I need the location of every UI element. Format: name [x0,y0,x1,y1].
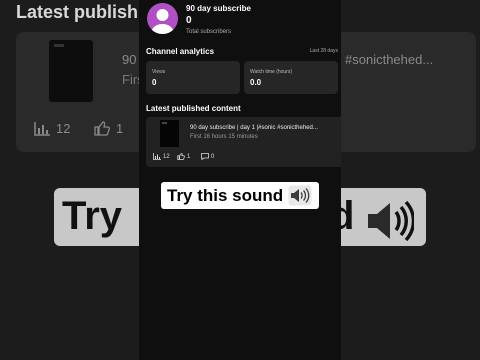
likes-count: 1 [187,153,191,160]
try-sound-label: Try this sound [167,185,284,205]
analytics-range: Last 28 days [309,48,338,54]
likes-stat: 1 [177,153,190,160]
metric-value: 0 [152,78,157,87]
try-sound-button[interactable]: Try this sound [161,182,319,209]
views-count: 12 [163,153,170,160]
bar-chart-icon [153,153,161,160]
default-avatar-icon [151,9,174,34]
video-thumbnail [160,120,179,147]
comment-icon [201,153,209,160]
thumbs-up-icon [94,121,110,136]
avatar[interactable] [147,3,178,34]
subscriber-count: 0 [186,15,192,26]
bg-views-stat: 12 [34,121,70,136]
speaker-icon [288,185,312,206]
bg-likes-count: 1 [116,121,124,136]
metric-value: 0.0 [250,78,262,87]
bg-overlay-text: Try [62,194,123,238]
comments-stat: 0 [201,153,214,160]
bg-video-title: 90 [122,52,137,67]
latest-video-card[interactable]: 90 day subscribe | day 1 |#sonic #sonict… [146,117,341,167]
bg-views-count: 12 [56,121,71,136]
metric-label: Views [152,69,166,75]
bg-hashtag: #sonicthehed... [345,52,434,67]
analytics-title: Channel analytics [146,47,215,56]
video-time: First 16 hours 15 minutes [190,134,258,140]
video-title: 90 day subscribe | day 1 |#sonic #sonict… [190,125,318,131]
bg-speaker-icon [368,200,414,242]
channel-name: 90 day subscribe [186,4,251,13]
bg-likes-stat: 1 [94,121,123,136]
views-stat: 12 [153,153,170,160]
comments-count: 0 [211,153,215,160]
bar-chart-icon [34,121,50,136]
bg-section-title: Latest publish [16,2,139,22]
thumbs-up-icon [177,153,185,160]
metric-card-watch-time[interactable]: Watch time (hours) 0.0 [244,61,338,94]
bg-video-thumbnail [49,40,93,102]
latest-content-title: Latest published content [146,104,241,113]
subscriber-label: Total subscribers [186,29,232,35]
metric-card-views[interactable]: Views 0 [146,61,240,94]
metric-label: Watch time (hours) [250,69,293,75]
studio-panel: 90 day subscribe 0 Total subscribers Cha… [139,0,341,360]
